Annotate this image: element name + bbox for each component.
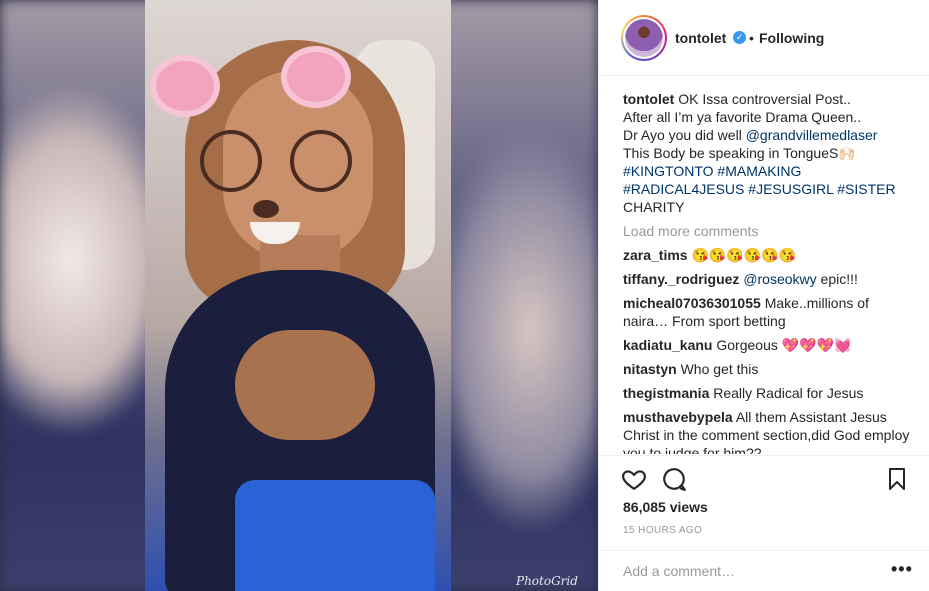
caption-line-3: Dr Ayo you did well @grandvillemedlaser [623,126,913,144]
comment-text: Really Radical for Jesus [713,385,864,401]
post-header: tontolet ✓ • Following [599,0,929,76]
hashtag-link[interactable]: #KINGTONTO [623,163,714,179]
separator-dot: • [749,30,754,46]
avatar-inner [623,17,665,59]
add-comment-row: ••• [599,550,929,591]
subject-skirt [235,480,435,591]
following-button[interactable]: Following [759,30,824,46]
glasses-left [200,130,262,192]
comment-username[interactable]: nitastyn [623,361,677,377]
mention-link[interactable]: @grandvillemedlaser [746,127,878,143]
comment-item: zara_tims 😘😘😘😘😘😘 [623,246,913,264]
mention-link[interactable]: @roseokwy [743,271,816,287]
comment-item: musthavebypela All them Assistant Jesus … [623,408,913,454]
action-bar [599,455,929,505]
comment-icon[interactable] [661,466,689,494]
photogrid-watermark: PhotoGrid [516,574,578,588]
post-timestamp[interactable]: 15 HOURS AGO [623,525,702,536]
post-sidebar: tontolet ✓ • Following tontolet OK Issa … [598,0,929,591]
post-video[interactable] [145,0,451,591]
comments-list[interactable]: tontolet OK Issa controversial Post.. Af… [623,90,913,454]
bookmark-icon[interactable] [885,466,913,494]
post-caption: tontolet OK Issa controversial Post.. Af… [623,90,913,216]
comment-text: epic!!! [816,271,858,287]
avatar-image [625,19,663,57]
comment-item: kadiatu_kanu Gorgeous 💖💖💖💓 [623,336,913,354]
comment-username[interactable]: musthavebypela [623,409,733,425]
add-comment-input[interactable] [623,563,873,579]
caption-first-line: tontolet OK Issa controversial Post.. [623,91,851,107]
caption-last-line: CHARITY [623,199,685,215]
avatar[interactable] [621,15,667,61]
caption-line-3-text: Dr Ayo you did well [623,127,746,143]
verified-badge-icon: ✓ [733,31,746,44]
hashtag-row-2: #RADICAL4JESUS #JESUSGIRL #SISTER [623,180,913,198]
subject-chest [235,330,375,440]
hashtag-link[interactable]: #RADICAL4JESUS [623,181,744,197]
post-media[interactable]: PhotoGrid [0,0,598,591]
more-options-icon[interactable]: ••• [891,559,913,580]
comment-username[interactable]: micheal07036301055 [623,295,761,311]
hashtag-row-1: #KINGTONTO #MAMAKING [623,162,913,180]
username-link[interactable]: tontolet [675,30,726,46]
comment-text: Who get this [680,361,759,377]
caption-line-2: After all I’m ya favorite Drama Queen.. [623,109,862,125]
heart-icon[interactable] [621,466,649,494]
hashtag-link[interactable]: #MAMAKING [717,163,801,179]
comment-username[interactable]: thegistmania [623,385,709,401]
glasses-right [290,130,352,192]
comment-text: Gorgeous 💖💖💖💓 [716,337,852,353]
comment-item: nitastyn Who get this [623,360,913,378]
bear-nose [253,200,279,218]
caption-line-4: This Body be speaking in TongueS🙌🏻 [623,145,856,161]
caption-line-1: OK Issa controversial Post.. [678,91,851,107]
comment-username[interactable]: zara_tims [623,247,688,263]
load-more-comments-button[interactable]: Load more comments [623,222,913,240]
hashtag-link[interactable]: #JESUSGIRL [748,181,833,197]
view-count[interactable]: 86,085 views [623,499,708,515]
bear-ear-left [150,55,220,117]
comment-username[interactable]: tiffany._rodriguez [623,271,739,287]
comment-text: 😘😘😘😘😘😘 [691,247,797,263]
caption-username[interactable]: tontolet [623,91,674,107]
bear-ear-right [281,46,351,108]
comment-item: thegistmania Really Radical for Jesus [623,384,913,402]
hashtag-link[interactable]: #SISTER [837,181,895,197]
comment-username[interactable]: kadiatu_kanu [623,337,712,353]
comment-item: tiffany._rodriguez @roseokwy epic!!! [623,270,913,288]
comment-item: micheal07036301055 Make..millions of nai… [623,294,913,330]
